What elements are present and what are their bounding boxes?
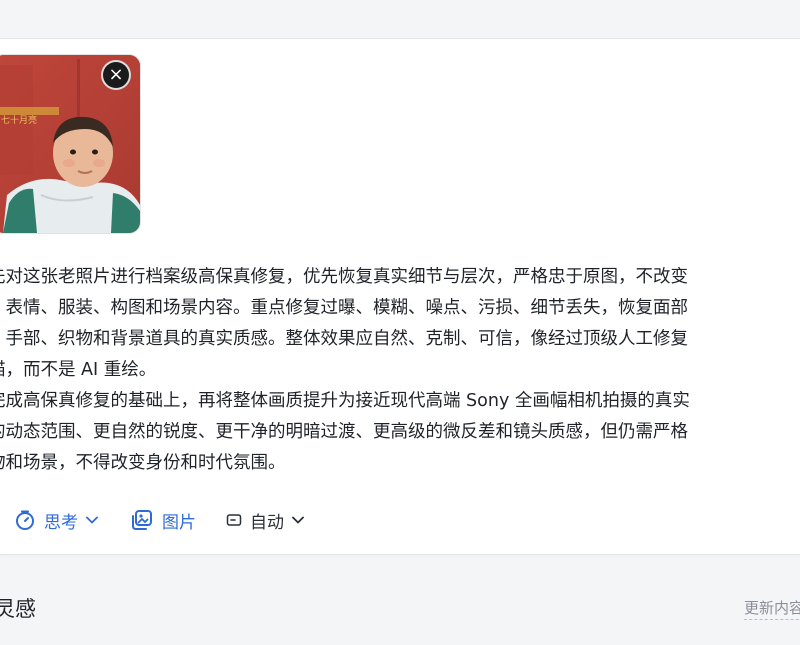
prompt-line: 先对这张老照片进行档案级高保真修复，优先恢复真实细节与层次，严格忠于原图，不改变 xyxy=(0,267,688,287)
refresh-content-link[interactable]: 更新内容 xyxy=(743,597,800,620)
prompt-line: 描，而不是 AI 重绘。 xyxy=(0,360,157,380)
think-label: 思考 xyxy=(44,512,78,533)
prompt-line: 、手部、织物和背景道具的真实质感。整体效果应自然、克制、可信，像经过顶级人工修复 xyxy=(0,329,688,349)
images-icon xyxy=(132,510,152,530)
image-label: 图片 xyxy=(162,512,196,533)
prompt-line: 、表情、服装、构图和场景内容。重点修复过曝、模糊、噪点、污损、细节丢失，恢复面部 xyxy=(0,298,688,318)
think-toggle-button[interactable]: 思考 xyxy=(14,506,106,534)
top-strip xyxy=(0,0,800,39)
timer-icon xyxy=(16,510,34,530)
model-icon xyxy=(226,514,242,526)
poster-text: 七十月亮 xyxy=(1,114,37,126)
image-mode-button[interactable]: 图片 xyxy=(130,506,196,534)
prompt-line: 完成高保真修复的基础上，再将整体画质提升为接近现代高端 Sony 全画幅相机拍摄… xyxy=(0,391,690,411)
prompt-text[interactable]: 先对这张老照片进行档案级高保真修复，优先恢复真实细节与层次，严格忠于原图，不改变… xyxy=(0,262,800,479)
remove-attachment-button[interactable]: × xyxy=(101,60,131,90)
chevron-down-icon xyxy=(86,516,98,524)
inspiration-heading: 灵感 xyxy=(0,597,36,621)
composer-toolbar: 思考 图片 自动 xyxy=(0,500,800,540)
prompt-line: 物和场景，不得改变身份和时代氛围。 xyxy=(0,453,286,473)
auto-label: 自动 xyxy=(250,512,284,533)
chevron-down-icon xyxy=(292,516,304,524)
close-icon: × xyxy=(108,64,124,85)
prompt-line: 的动态范围、更自然的锐度、更干净的明暗过渡、更高级的微反差和镜头质感，但仍需严格 xyxy=(0,422,688,442)
auto-model-selector[interactable]: 自动 xyxy=(226,506,312,534)
inspiration-bar: 灵感 更新内容 xyxy=(0,585,800,625)
